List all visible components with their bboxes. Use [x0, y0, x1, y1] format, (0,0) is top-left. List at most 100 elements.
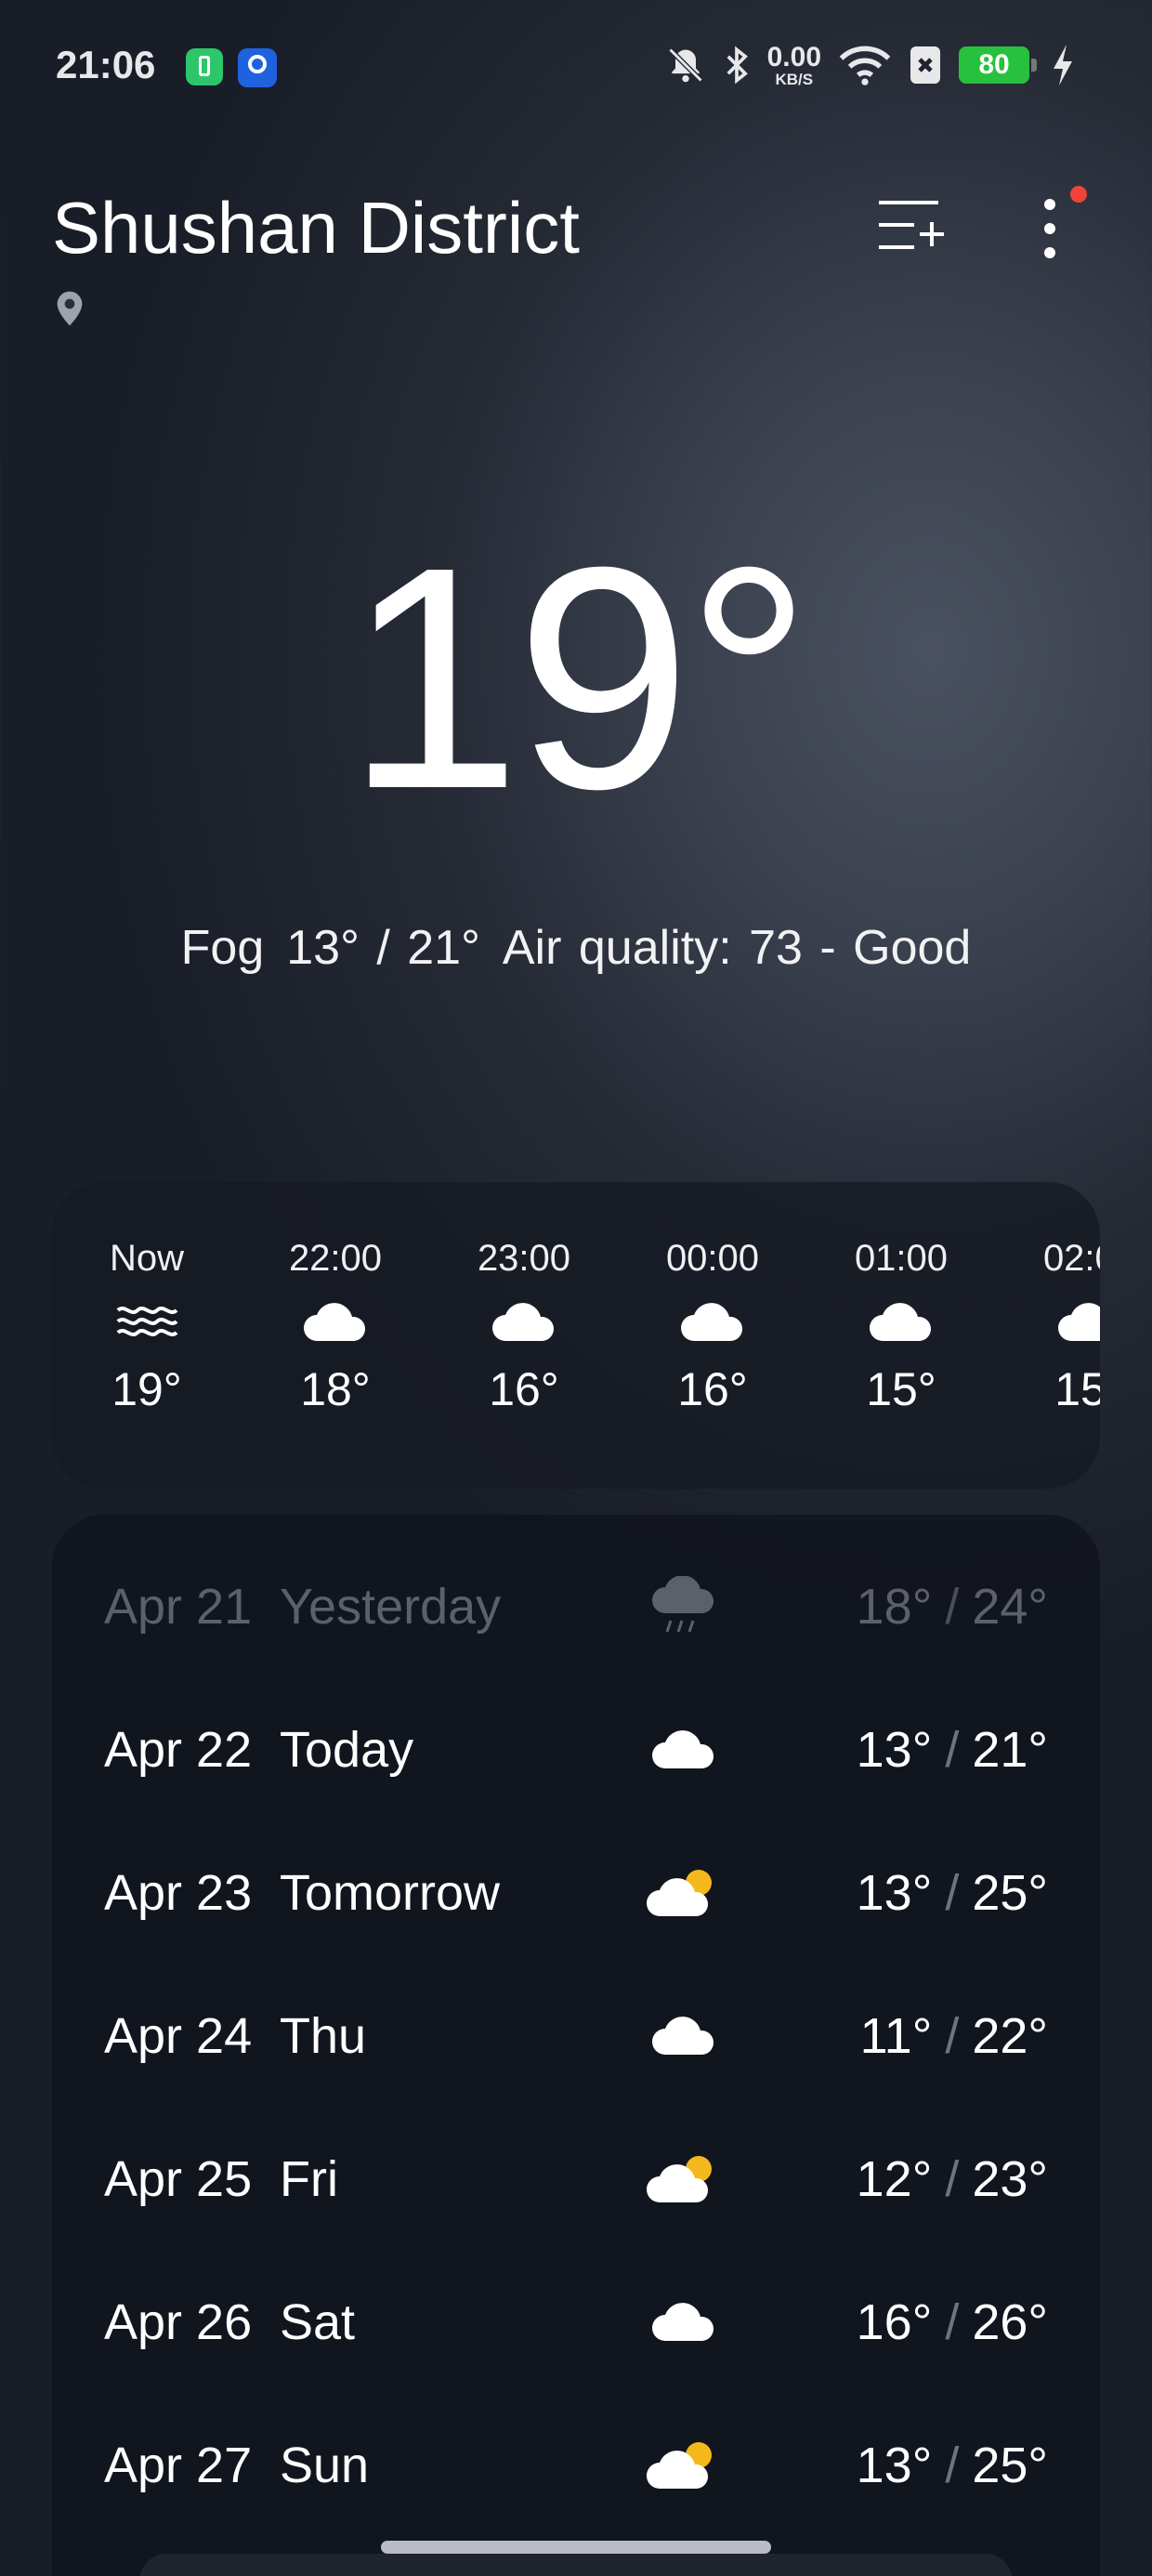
hour-temp: 15°	[866, 1363, 936, 1415]
daily-row[interactable]: Apr 26 Sat 16°/26°	[52, 2267, 1100, 2370]
day-date: Apr 27	[104, 2438, 253, 2493]
cloud-icon	[637, 1998, 730, 2072]
day-name: Sun	[280, 2438, 370, 2493]
weather-summary: Fog 13° / 21° Air quality: 73 - Good	[0, 920, 1152, 976]
day-temps: 11°/22°	[860, 2007, 1048, 2065]
location-title[interactable]: Shushan District	[52, 186, 580, 270]
day-high: 22°	[972, 2008, 1048, 2064]
day-name: Today	[280, 1722, 414, 1778]
status-bar: 21:06 0.00 KB/S 80	[0, 0, 1152, 139]
air-quality[interactable]: Air quality: 73 - Good	[503, 921, 971, 975]
cloud-icon	[836, 1284, 966, 1359]
cloud-icon	[637, 2284, 730, 2359]
more-options-icon[interactable]	[1031, 186, 1087, 260]
fog-icon	[82, 1284, 212, 1359]
day-date: Apr 22	[104, 1722, 253, 1778]
daily-row[interactable]: Apr 27 Sun 13°/25°	[52, 2411, 1100, 2513]
cloud-icon	[270, 1284, 400, 1359]
no-sim-icon	[909, 45, 942, 85]
hour-temp: 16°	[677, 1363, 748, 1415]
day-date: Apr 24	[104, 2008, 253, 2064]
hour-time: 00:00	[665, 1238, 760, 1279]
hourly-item: 00:00 16°	[648, 1238, 778, 1416]
day-low: 13°	[856, 1865, 933, 1921]
notification-badge	[1070, 186, 1087, 203]
day-temps: 12°/23°	[857, 2150, 1048, 2208]
hour-time: Now	[109, 1238, 185, 1279]
temp-separator: /	[945, 1865, 960, 1921]
hourly-item: Now 19°	[82, 1238, 212, 1416]
current-condition: Fog	[180, 921, 265, 975]
day-high: 26°	[972, 2294, 1048, 2350]
day-temps: 16°/26°	[857, 2293, 1048, 2351]
day-name: Sat	[280, 2294, 356, 2350]
network-speed: 0.00 KB/S	[766, 41, 821, 88]
daily-row[interactable]: Apr 25 Fri 12°/23°	[52, 2124, 1100, 2227]
hourly-item: 23:00 16°	[459, 1238, 589, 1416]
status-time: 21:06	[56, 43, 156, 86]
wifi-icon	[838, 45, 892, 85]
hour-temp: 15°	[1054, 1363, 1100, 1415]
hourly-item: 02:00 15°	[1025, 1238, 1100, 1416]
daily-row[interactable]: Apr 22 Today 13°/21°	[52, 1695, 1100, 1797]
day-high: 21°	[972, 1722, 1048, 1778]
cloud-icon	[637, 1712, 730, 1786]
add-city-list-icon[interactable]	[873, 197, 948, 257]
hourly-item: 22:00 18°	[270, 1238, 400, 1416]
day-temps: 13°/25°	[857, 2437, 1048, 2494]
day-date: Apr 26	[104, 2294, 253, 2350]
day-low: 13°	[856, 2438, 933, 2493]
cloud-icon	[648, 1284, 778, 1359]
temp-separator: /	[945, 1722, 960, 1778]
mute-bell-icon	[665, 45, 706, 85]
day-high: 23°	[972, 2151, 1048, 2207]
cloud-icon	[459, 1284, 589, 1359]
partly-cloudy-icon	[637, 1855, 730, 1929]
daily-row[interactable]: Apr 23 Tomorrow 13°/25°	[52, 1838, 1100, 1940]
hour-time: 22:00	[288, 1238, 383, 1279]
day-high: 25°	[972, 2438, 1048, 2493]
current-temperature: 19°	[345, 502, 812, 855]
battery-indicator: 80	[959, 46, 1037, 84]
cloud-icon	[1025, 1284, 1100, 1359]
day-name: Yesterday	[280, 1579, 502, 1635]
gesture-home-bar[interactable]	[381, 2541, 771, 2554]
battery-saver-app-icon	[186, 48, 223, 85]
day-temps: 13°/25°	[857, 1864, 1048, 1922]
today-range: 13° / 21°	[286, 921, 480, 975]
day-name: Tomorrow	[280, 1865, 501, 1921]
day-low: 18°	[856, 1579, 933, 1635]
temp-separator: /	[945, 2151, 960, 2207]
partly-cloudy-icon	[637, 2141, 730, 2215]
hourly-item: 01:00 15°	[836, 1238, 966, 1416]
hour-temp: 19°	[111, 1363, 182, 1415]
hour-time: 01:00	[854, 1238, 949, 1279]
temp-separator: /	[945, 2438, 960, 2493]
day-name: Fri	[280, 2151, 338, 2207]
bluetooth-icon	[723, 45, 751, 85]
daily-forecast-card[interactable]: Apr 21 Yesterday 18°/24° Apr 22 Today 13…	[52, 1515, 1100, 2576]
day-low: 12°	[856, 2151, 933, 2207]
day-low: 13°	[856, 1722, 933, 1778]
network-speed-unit: KB/S	[775, 70, 814, 88]
partly-cloudy-icon	[637, 2427, 730, 2502]
day-high: 24°	[972, 1579, 1048, 1635]
bottom-sheet-handle-area	[139, 2554, 1013, 2576]
day-date: Apr 25	[104, 2151, 253, 2207]
day-temps: 18°/24°	[857, 1578, 1048, 1636]
day-name: Thu	[280, 2008, 367, 2064]
rain-cloud-icon	[637, 1569, 730, 1643]
hour-time: 23:00	[477, 1238, 571, 1279]
network-speed-value: 0.00	[766, 41, 821, 72]
day-low: 11°	[859, 2008, 933, 2064]
daily-row[interactable]: Apr 24 Thu 11°/22°	[52, 1981, 1100, 2083]
hour-time: 02:00	[1042, 1238, 1100, 1279]
location-pin-icon	[54, 290, 85, 332]
day-temps: 13°/21°	[857, 1721, 1048, 1779]
day-date: Apr 21	[104, 1579, 253, 1635]
day-date: Apr 23	[104, 1865, 253, 1921]
temp-separator: /	[945, 2294, 960, 2350]
daily-row[interactable]: Apr 21 Yesterday 18°/24°	[52, 1552, 1100, 1654]
notification-app-icon	[238, 48, 277, 87]
hourly-forecast-card[interactable]: Now 19° 22:00 18° 23:00 16° 00:00 16° 01…	[52, 1182, 1100, 1489]
